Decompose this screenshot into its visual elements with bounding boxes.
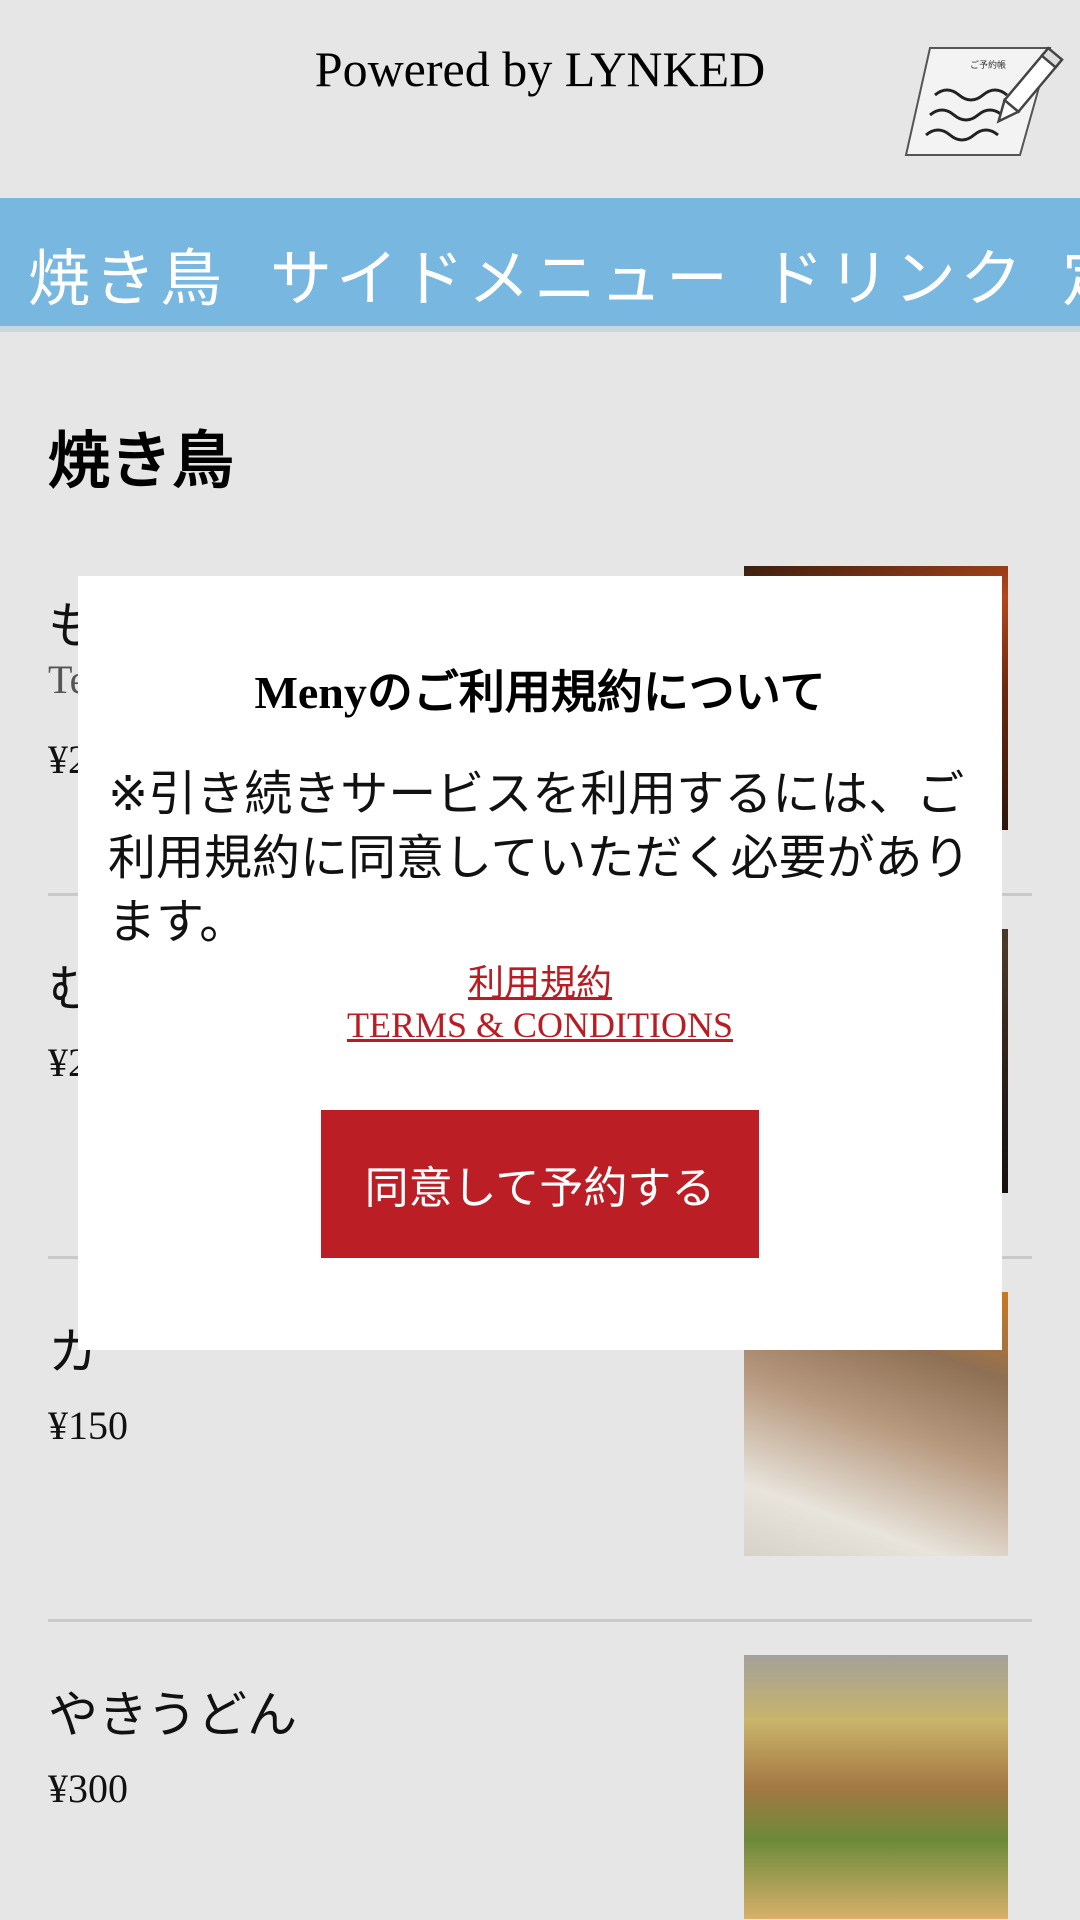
section-title: 焼き鳥 [48,424,235,497]
tab-yakitori[interactable]: 焼き鳥 [28,228,226,318]
reservation-book-button[interactable]: ご予約帳 [900,40,1070,165]
tab-set-meal[interactable]: 定 [1062,228,1080,318]
menu-item[interactable]: やきうどん ¥300 [48,1625,1032,1920]
agree-and-reserve-button[interactable]: 同意して予約する [321,1110,759,1258]
item-photo [744,1655,1008,1919]
tab-drink[interactable]: ドリンク [762,228,1026,318]
terms-link-en[interactable]: TERMS & CONDITIONS [78,1004,1002,1046]
terms-link-ja[interactable]: 利用規約 [78,954,1002,1006]
modal-body-text: ※引き続きサービスを利用するには、ご利用規約に同意していただく必要があります。 [108,766,971,950]
item-name: やきうどん [48,1686,297,1744]
item-price: ¥150 [48,1403,128,1448]
tab-side-menu[interactable]: サイドメニュー [270,228,732,318]
terms-modal: Menyのご利用規約について ※引き続きサービスを利用するには、ご利用規約に同意… [78,576,1002,1350]
item-price: ¥300 [48,1766,128,1811]
reservation-icon-label: ご予約帳 [970,61,1007,71]
category-tab-bar: 焼き鳥 サイドメニュー ドリンク 定 [0,198,1080,332]
modal-title: Menyのご利用規約について [254,667,826,718]
header: Powered by LYNKED ご予約帳 [0,0,1080,198]
